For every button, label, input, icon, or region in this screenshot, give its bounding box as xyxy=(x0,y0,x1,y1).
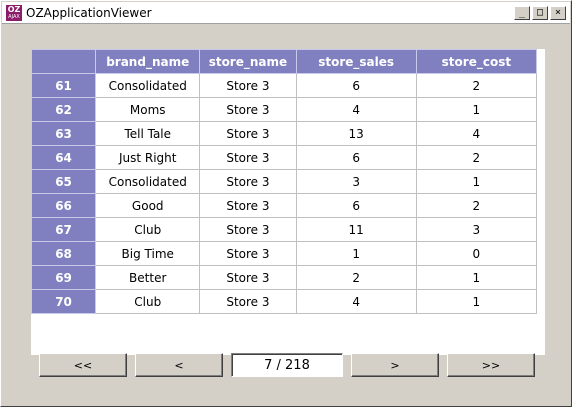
first-page-button[interactable]: << xyxy=(39,353,127,377)
brand-name-cell: Consolidated xyxy=(95,73,201,98)
store-cost-cell: 2 xyxy=(415,73,538,98)
last-page-button[interactable]: >> xyxy=(447,353,535,377)
store-cost-cell: 1 xyxy=(415,289,538,314)
row-number-cell: 67 xyxy=(30,217,97,242)
store-name-cell: Store 3 xyxy=(199,97,297,122)
store-name-cell: Store 3 xyxy=(199,289,297,314)
close-button[interactable]: × xyxy=(550,5,566,20)
store-cost-cell: 1 xyxy=(415,265,538,290)
page-indicator[interactable]: 7 / 218 xyxy=(231,353,343,377)
table-header-row: brand_name store_name store_sales store_… xyxy=(30,49,538,74)
brand-name-cell: Club xyxy=(95,289,201,314)
table-row: 62 Moms Store 3 4 1 xyxy=(30,97,538,122)
row-number-cell: 70 xyxy=(30,289,97,314)
brand-name-cell: Big Time xyxy=(95,241,201,266)
store-cost-cell: 2 xyxy=(415,193,538,218)
minimize-button[interactable]: _ xyxy=(514,5,530,20)
store-name-cell: Store 3 xyxy=(199,121,297,146)
table-row: 68 Big Time Store 3 1 0 xyxy=(30,241,538,266)
app-logo-text: OZ xyxy=(7,4,21,14)
page-navigation: << < 7 / 218 > >> xyxy=(39,351,539,377)
column-header-store-sales: store_sales xyxy=(295,49,417,74)
column-header-brand-name: brand_name xyxy=(95,49,201,74)
column-header-rownum xyxy=(30,49,97,74)
store-name-cell: Store 3 xyxy=(199,193,297,218)
row-number-cell: 68 xyxy=(30,241,97,266)
brand-name-cell: Moms xyxy=(95,97,201,122)
table-row: 67 Club Store 3 11 3 xyxy=(30,217,538,242)
row-number-cell: 62 xyxy=(30,97,97,122)
brand-name-cell: Just Right xyxy=(95,145,201,170)
brand-name-cell: Good xyxy=(95,193,201,218)
maximize-button[interactable]: □ xyxy=(532,5,548,20)
window-controls: _ □ × xyxy=(514,5,566,20)
column-header-store-name: store_name xyxy=(199,49,297,74)
store-cost-cell: 0 xyxy=(415,241,538,266)
store-cost-cell: 4 xyxy=(415,121,538,146)
store-name-cell: Store 3 xyxy=(199,169,297,194)
row-number-cell: 61 xyxy=(30,73,97,98)
store-sales-cell: 6 xyxy=(295,145,417,170)
store-sales-cell: 6 xyxy=(295,73,417,98)
table-row: 66 Good Store 3 6 2 xyxy=(30,193,538,218)
store-name-cell: Store 3 xyxy=(199,217,297,242)
window-title: OZApplicationViewer xyxy=(26,5,152,20)
store-sales-cell: 4 xyxy=(295,97,417,122)
store-name-cell: Store 3 xyxy=(199,145,297,170)
store-name-cell: Store 3 xyxy=(199,73,297,98)
store-name-cell: Store 3 xyxy=(199,265,297,290)
brand-name-cell: Club xyxy=(95,217,201,242)
previous-page-button[interactable]: < xyxy=(135,353,223,377)
sales-table: brand_name store_name store_sales store_… xyxy=(30,49,538,314)
app-window: OZ AJAX OZApplicationViewer _ □ × brand_… xyxy=(0,0,572,407)
store-sales-cell: 13 xyxy=(295,121,417,146)
store-cost-cell: 1 xyxy=(415,97,538,122)
store-sales-cell: 3 xyxy=(295,169,417,194)
table-row: 61 Consolidated Store 3 6 2 xyxy=(30,73,538,98)
store-sales-cell: 1 xyxy=(295,241,417,266)
store-name-cell: Store 3 xyxy=(199,241,297,266)
store-sales-cell: 2 xyxy=(295,265,417,290)
row-number-cell: 65 xyxy=(30,169,97,194)
store-cost-cell: 2 xyxy=(415,145,538,170)
table-row: 69 Better Store 3 2 1 xyxy=(30,265,538,290)
app-logo-icon: OZ AJAX xyxy=(6,4,22,21)
store-sales-cell: 6 xyxy=(295,193,417,218)
next-page-button[interactable]: > xyxy=(351,353,439,377)
store-cost-cell: 3 xyxy=(415,217,538,242)
brand-name-cell: Tell Tale xyxy=(95,121,201,146)
viewer-client-area: brand_name store_name store_sales store_… xyxy=(3,25,569,405)
app-logo-subtext: AJAX xyxy=(8,13,20,20)
column-header-store-cost: store_cost xyxy=(415,49,538,74)
report-page: brand_name store_name store_sales store_… xyxy=(30,49,545,355)
table-row: 63 Tell Tale Store 3 13 4 xyxy=(30,121,538,146)
store-sales-cell: 4 xyxy=(295,289,417,314)
row-number-cell: 69 xyxy=(30,265,97,290)
table-row: 64 Just Right Store 3 6 2 xyxy=(30,145,538,170)
brand-name-cell: Consolidated xyxy=(95,169,201,194)
row-number-cell: 63 xyxy=(30,121,97,146)
brand-name-cell: Better xyxy=(95,265,201,290)
title-bar[interactable]: OZ AJAX OZApplicationViewer _ □ × xyxy=(2,2,570,24)
row-number-cell: 64 xyxy=(30,145,97,170)
row-number-cell: 66 xyxy=(30,193,97,218)
store-sales-cell: 11 xyxy=(295,217,417,242)
table-row: 70 Club Store 3 4 1 xyxy=(30,289,538,314)
table-row: 65 Consolidated Store 3 3 1 xyxy=(30,169,538,194)
store-cost-cell: 1 xyxy=(415,169,538,194)
